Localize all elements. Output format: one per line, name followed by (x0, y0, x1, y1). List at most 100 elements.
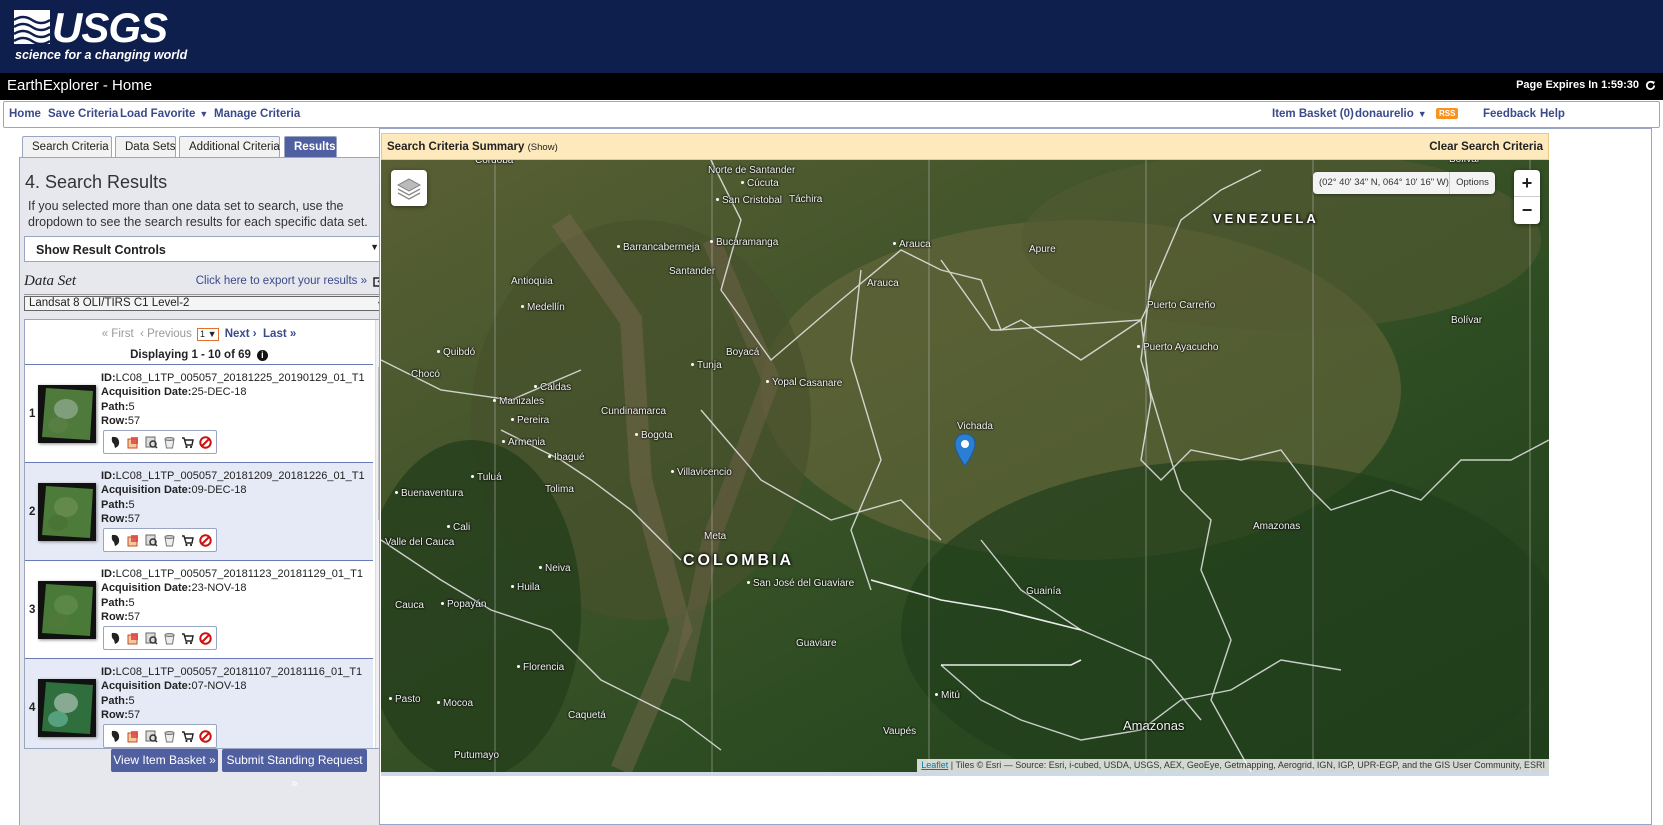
nav-home[interactable]: Home (9, 108, 41, 120)
nav-load-favorite[interactable]: Load Favorite ▼ (120, 108, 208, 120)
row-value: 57 (127, 610, 141, 623)
scene-metadata: ID:LC08_L1TP_005057_20181209_20181226_01… (101, 469, 365, 526)
clear-search-criteria[interactable]: Clear Search Criteria (1429, 141, 1543, 153)
map-place-label: Armenia (502, 437, 545, 448)
scene-thumbnail[interactable] (38, 483, 96, 541)
usgs-logo[interactable]: USGS science for a changing world (14, 4, 187, 66)
cart-icon[interactable] (180, 435, 195, 450)
usgs-tagline: science for a changing world (15, 48, 188, 62)
overlay-icon[interactable] (126, 533, 141, 548)
criteria-summary-title[interactable]: Search Criteria Summary (Show) (387, 141, 558, 153)
nav-save-criteria[interactable]: Save Criteria (48, 108, 118, 120)
result-row[interactable]: 3 ID:LC08_L1TP_005057_20181123_20181129_0… (25, 560, 373, 658)
nav-help[interactable]: Help (1540, 108, 1565, 120)
compare-icon[interactable] (144, 631, 159, 646)
leaflet-link[interactable]: Leaflet (921, 760, 948, 770)
path-value: 5 (128, 694, 135, 707)
pager-next[interactable]: Next › (225, 328, 257, 340)
result-row[interactable]: 4 ID:LC08_L1TP_005057_20181107_20181116_0… (25, 658, 373, 748)
footprint-icon[interactable] (108, 533, 123, 548)
exclude-icon[interactable] (198, 729, 213, 744)
title-bar: EarthExplorer - Home Page Expires In 1:5… (0, 73, 1663, 100)
export-results-link[interactable]: Click here to export your results » (196, 275, 385, 287)
criteria-show-link[interactable]: (Show) (528, 142, 558, 153)
info-icon[interactable]: i (256, 349, 268, 361)
tab-results[interactable]: Results (284, 136, 337, 158)
path-label: Path: (101, 498, 129, 511)
map-place-label: Táchira (789, 194, 823, 205)
pagination: « First ‹ Previous 1 ▼ Next › Last » (25, 328, 373, 341)
cart-icon[interactable] (180, 729, 195, 744)
chevron-down-icon: ▼ (370, 242, 379, 252)
zoom-in-button[interactable]: + (1514, 170, 1540, 197)
result-actions (103, 724, 217, 748)
map-place-label: Apure (1029, 244, 1056, 255)
exclude-icon[interactable] (198, 435, 213, 450)
overlay-icon[interactable] (126, 729, 141, 744)
nav-load-favorite-label: Load Favorite (120, 108, 196, 120)
bulk-download-icon[interactable] (162, 435, 177, 450)
footprint-icon[interactable] (108, 729, 123, 744)
bulk-download-icon[interactable] (162, 631, 177, 646)
compare-icon[interactable] (144, 729, 159, 744)
refresh-icon[interactable] (1645, 80, 1656, 91)
map-place-label: Guaviare (796, 638, 837, 649)
zoom-out-button[interactable]: − (1514, 197, 1540, 224)
scene-thumbnail[interactable] (38, 581, 96, 639)
footprint-icon[interactable] (108, 631, 123, 646)
result-row[interactable]: 2 ID:LC08_L1TP_005057_20181209_20181226_0… (25, 462, 373, 560)
page-expires-text: Page Expires In 1:59:30 (1516, 79, 1639, 91)
bulk-download-icon[interactable] (162, 533, 177, 548)
result-number: 2 (29, 506, 36, 518)
bulk-download-icon[interactable] (162, 729, 177, 744)
exclude-icon[interactable] (198, 533, 213, 548)
compare-icon[interactable] (144, 435, 159, 450)
show-result-controls-label: Show Result Controls (36, 243, 166, 257)
coordinate-options-button[interactable]: Options (1449, 172, 1495, 194)
pager-last[interactable]: Last » (263, 328, 296, 340)
scene-thumbnail[interactable] (38, 679, 96, 737)
page-select[interactable]: 1 ▼ (197, 328, 220, 341)
map-place-label: Chocó (411, 369, 440, 380)
rss-icon[interactable]: RSS (1436, 108, 1459, 120)
map-place-label: Putumayo (454, 750, 500, 761)
overlay-icon[interactable] (126, 631, 141, 646)
path-value: 5 (128, 596, 135, 609)
cart-icon[interactable] (180, 631, 195, 646)
map-place-label: Buenaventura (395, 488, 463, 499)
nav-user-menu[interactable]: donaurelio ▼ (1355, 108, 1427, 120)
dataset-select[interactable]: Landsat 8 OLI/TIRS C1 Level-2 ▼ (24, 296, 390, 311)
row-value: 57 (127, 512, 141, 525)
map-place-label: Tuluá (471, 472, 502, 483)
dataset-selected-value: Landsat 8 OLI/TIRS C1 Level-2 (29, 297, 190, 309)
compare-icon[interactable] (144, 533, 159, 548)
nav-feedback[interactable]: Feedback (1483, 108, 1536, 120)
layers-button[interactable] (391, 170, 427, 206)
row-label: Row: (101, 414, 128, 427)
footprint-icon[interactable] (108, 435, 123, 450)
map-marker-icon[interactable] (954, 433, 976, 467)
overlay-icon[interactable] (126, 435, 141, 450)
coordinate-readout: (02° 40' 34" N, 064° 10' 16" W) Options (1313, 172, 1495, 194)
display-count: Displaying 1 - 10 of 69 i (25, 349, 373, 361)
result-number: 3 (29, 604, 36, 616)
nav-item-basket[interactable]: Item Basket (0) (1272, 108, 1354, 120)
scene-thumbnail[interactable] (38, 385, 96, 443)
result-row[interactable]: 1 ID:LC08_L1TP_005057_20181225_20190129_0… (25, 364, 373, 462)
cart-icon[interactable] (180, 533, 195, 548)
map-view[interactable]: Córdoba Norte de Santander Cúcuta San Crist… (381, 160, 1549, 772)
map-place-label: Barrancabermeja (617, 242, 700, 253)
display-count-text: Displaying 1 - 10 of 69 (130, 349, 251, 361)
submit-standing-request-button[interactable]: Submit Standing Request » (222, 749, 367, 790)
view-item-basket-button[interactable]: View Item Basket » (111, 749, 218, 772)
results-list[interactable]: « First ‹ Previous 1 ▼ Next › Last » Dis… (24, 319, 390, 749)
tab-search-criteria[interactable]: Search Criteria (22, 136, 112, 158)
tab-additional-criteria[interactable]: Additional Criteria (179, 136, 280, 158)
criteria-summary-label: Search Criteria Summary (387, 141, 525, 153)
show-result-controls[interactable]: Show Result Controls ▼ (24, 236, 390, 262)
exclude-icon[interactable] (198, 631, 213, 646)
acq-date-label: Acquisition Date: (101, 484, 192, 497)
tab-data-sets[interactable]: Data Sets (115, 136, 176, 158)
nav-manage-criteria[interactable]: Manage Criteria (214, 108, 300, 120)
map-place-label: Manizales (493, 396, 544, 407)
